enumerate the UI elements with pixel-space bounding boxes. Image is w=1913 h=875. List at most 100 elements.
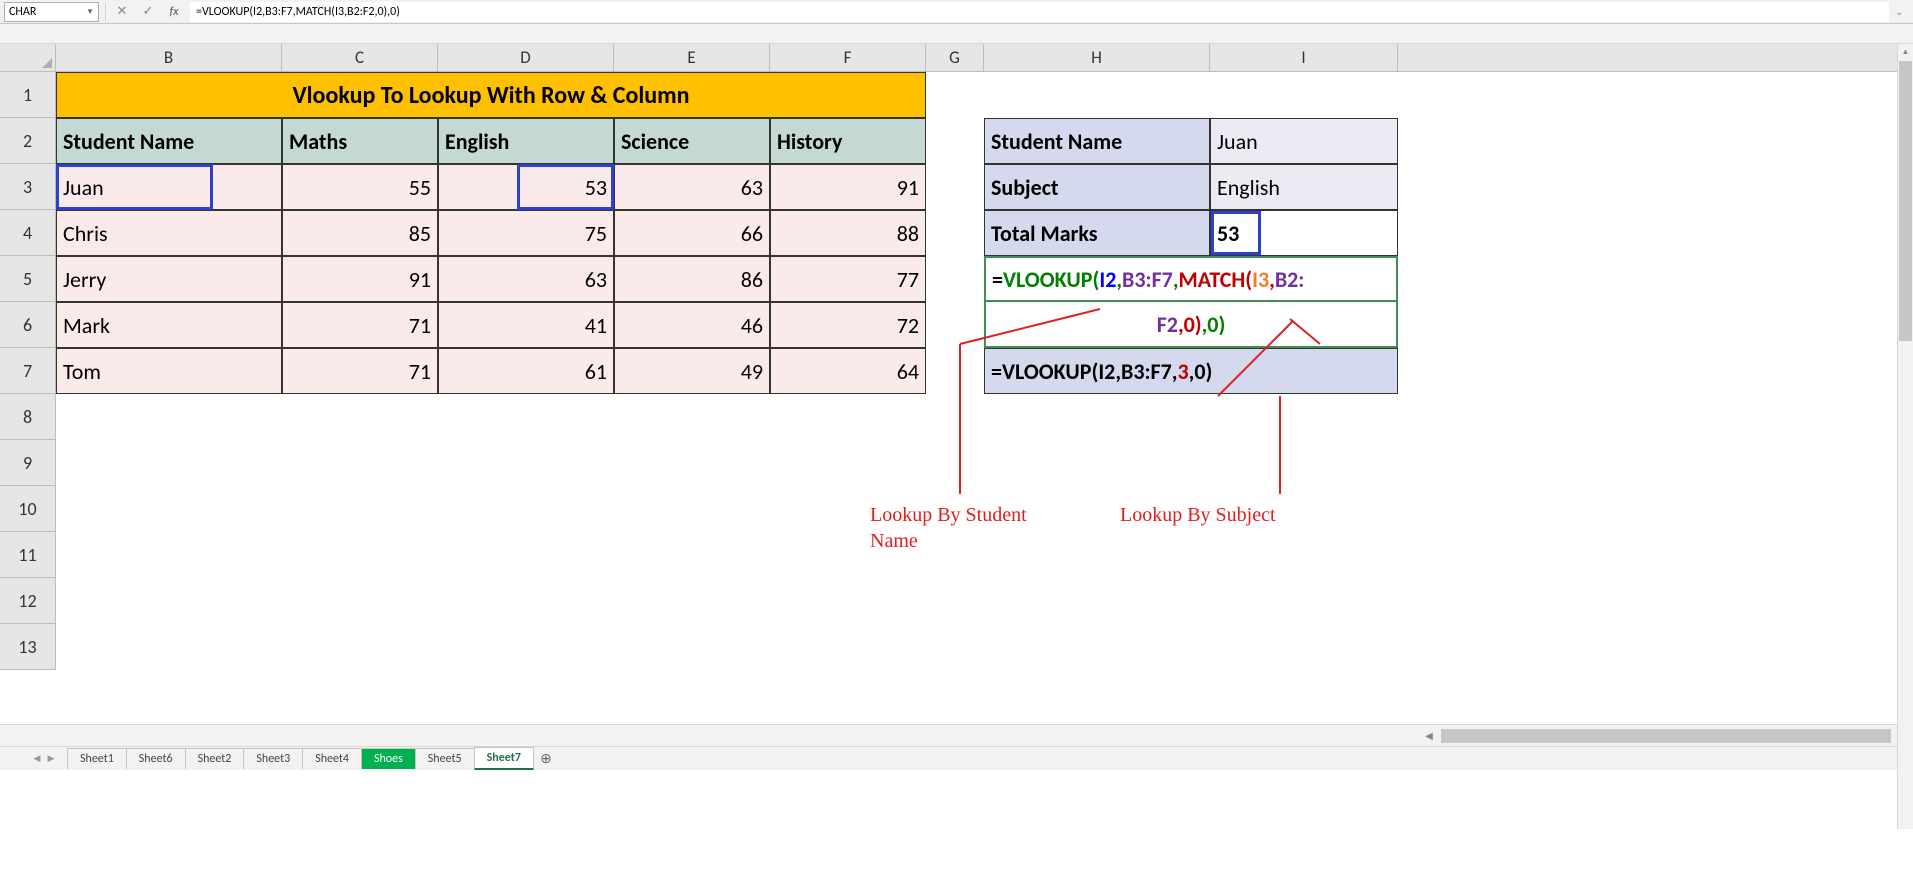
cell-G4[interactable]: [926, 210, 984, 256]
cell-F6[interactable]: 72: [770, 302, 926, 348]
row-head-8[interactable]: 8: [0, 394, 56, 440]
hdr-maths[interactable]: Maths: [282, 118, 438, 164]
scroll-thumb[interactable]: [1899, 61, 1912, 341]
cell-G5[interactable]: [926, 256, 984, 302]
cell-row9[interactable]: [56, 440, 1913, 486]
row-head-10[interactable]: 10: [0, 486, 56, 532]
horizontal-scrollbar[interactable]: ◀ ▶: [0, 724, 1913, 746]
col-head-E[interactable]: E: [614, 44, 770, 72]
sheet-tab-7[interactable]: Sheet5: [415, 748, 475, 769]
cell-B5[interactable]: Jerry: [56, 256, 282, 302]
sheet-tab-2[interactable]: Sheet6: [126, 748, 186, 769]
side-val-subject[interactable]: English: [1210, 164, 1398, 210]
cell-F7[interactable]: 64: [770, 348, 926, 394]
col-head-C[interactable]: C: [282, 44, 438, 72]
side-label-subject[interactable]: Subject: [984, 164, 1210, 210]
enter-icon[interactable]: ✓: [138, 2, 158, 22]
cell-blank-5[interactable]: [1398, 256, 1913, 302]
row-head-13[interactable]: 13: [0, 624, 56, 670]
cell-blank-2[interactable]: [1398, 118, 1913, 164]
scroll-up-icon[interactable]: ▲: [1898, 44, 1913, 60]
row-head-12[interactable]: 12: [0, 578, 56, 624]
cell-blank-4[interactable]: [1398, 210, 1913, 256]
row-head-2[interactable]: 2: [0, 118, 56, 164]
hdr-science[interactable]: Science: [614, 118, 770, 164]
cell-D4[interactable]: 75: [438, 210, 614, 256]
cell-C7[interactable]: 71: [282, 348, 438, 394]
row-head-6[interactable]: 6: [0, 302, 56, 348]
sheet-tab-3[interactable]: Sheet2: [185, 748, 245, 769]
cell-E6[interactable]: 46: [614, 302, 770, 348]
cell-D3[interactable]: 53: [438, 164, 614, 210]
side-val-marks[interactable]: 53: [1210, 210, 1398, 256]
sheet-tab-5[interactable]: Sheet4: [302, 748, 362, 769]
cell-row11[interactable]: [56, 532, 1913, 578]
col-head-blank[interactable]: [1398, 44, 1913, 72]
scroll-left-icon[interactable]: ◀: [1419, 726, 1439, 746]
row-head-7[interactable]: 7: [0, 348, 56, 394]
row-head-1[interactable]: 1: [0, 72, 56, 118]
name-box-dropdown-icon[interactable]: ▼: [86, 7, 94, 17]
cell-blank-6[interactable]: [1398, 302, 1913, 348]
cell-I1[interactable]: [1210, 72, 1398, 118]
hscroll-thumb[interactable]: [1441, 729, 1891, 743]
row-head-11[interactable]: 11: [0, 532, 56, 578]
hdr-english[interactable]: English: [438, 118, 614, 164]
cell-E4[interactable]: 66: [614, 210, 770, 256]
cell-F5[interactable]: 77: [770, 256, 926, 302]
cell-F4[interactable]: 88: [770, 210, 926, 256]
row-head-9[interactable]: 9: [0, 440, 56, 486]
cell-C5[interactable]: 91: [282, 256, 438, 302]
cell-E3[interactable]: 63: [614, 164, 770, 210]
row-head-5[interactable]: 5: [0, 256, 56, 302]
cell-B7[interactable]: Tom: [56, 348, 282, 394]
cell-G1[interactable]: [926, 72, 984, 118]
sheet-tab-6[interactable]: Shoes: [361, 748, 416, 769]
cell-D6[interactable]: 41: [438, 302, 614, 348]
cell-B4[interactable]: Chris: [56, 210, 282, 256]
cell-G3[interactable]: [926, 164, 984, 210]
col-head-I[interactable]: I: [1210, 44, 1398, 72]
cell-G6[interactable]: [926, 302, 984, 348]
cell-C3[interactable]: 55: [282, 164, 438, 210]
cell-G7[interactable]: [926, 348, 984, 394]
name-box[interactable]: CHAR ▼: [4, 2, 99, 22]
tab-nav-prev-icon[interactable]: ◀: [30, 749, 44, 769]
add-sheet-button[interactable]: ⊕: [534, 749, 558, 769]
col-head-D[interactable]: D: [438, 44, 614, 72]
cell-B3[interactable]: Juan: [56, 164, 282, 210]
formula-display-2[interactable]: =VLOOKUP(I2,B3:F7,3,0): [984, 348, 1398, 394]
cell-E7[interactable]: 49: [614, 348, 770, 394]
hdr-student[interactable]: Student Name: [56, 118, 282, 164]
cell-blank-3[interactable]: [1398, 164, 1913, 210]
cell-blank-7[interactable]: [1398, 348, 1913, 394]
cell-D5[interactable]: 63: [438, 256, 614, 302]
row-head-3[interactable]: 3: [0, 164, 56, 210]
cell-B6[interactable]: Mark: [56, 302, 282, 348]
cell-row12[interactable]: [56, 578, 1913, 624]
cell-F3[interactable]: 91: [770, 164, 926, 210]
formula-display-1[interactable]: =VLOOKUP(I2,B3:F7,MATCH(I3,B2:: [984, 256, 1398, 302]
cell-row8[interactable]: [56, 394, 1913, 440]
cell-E5[interactable]: 86: [614, 256, 770, 302]
side-label-student[interactable]: Student Name: [984, 118, 1210, 164]
cell-blank-1[interactable]: [1398, 72, 1913, 118]
expand-formula-bar-icon[interactable]: ⌄: [1895, 5, 1909, 18]
sheet-tab-8[interactable]: Sheet7: [474, 747, 534, 770]
col-head-F[interactable]: F: [770, 44, 926, 72]
cell-G2[interactable]: [926, 118, 984, 164]
vertical-scrollbar[interactable]: ▲: [1897, 44, 1913, 829]
cell-row13[interactable]: [56, 624, 1913, 670]
col-head-B[interactable]: B: [56, 44, 282, 72]
cell-C6[interactable]: 71: [282, 302, 438, 348]
cell-H1[interactable]: [984, 72, 1210, 118]
side-val-student[interactable]: Juan: [1210, 118, 1398, 164]
side-label-marks[interactable]: Total Marks: [984, 210, 1210, 256]
cancel-icon[interactable]: ✕: [112, 2, 132, 22]
cell-D7[interactable]: 61: [438, 348, 614, 394]
col-head-H[interactable]: H: [984, 44, 1210, 72]
sheet-tab-4[interactable]: Sheet3: [243, 748, 303, 769]
row-head-4[interactable]: 4: [0, 210, 56, 256]
col-head-G[interactable]: G: [926, 44, 984, 72]
cell-C4[interactable]: 85: [282, 210, 438, 256]
